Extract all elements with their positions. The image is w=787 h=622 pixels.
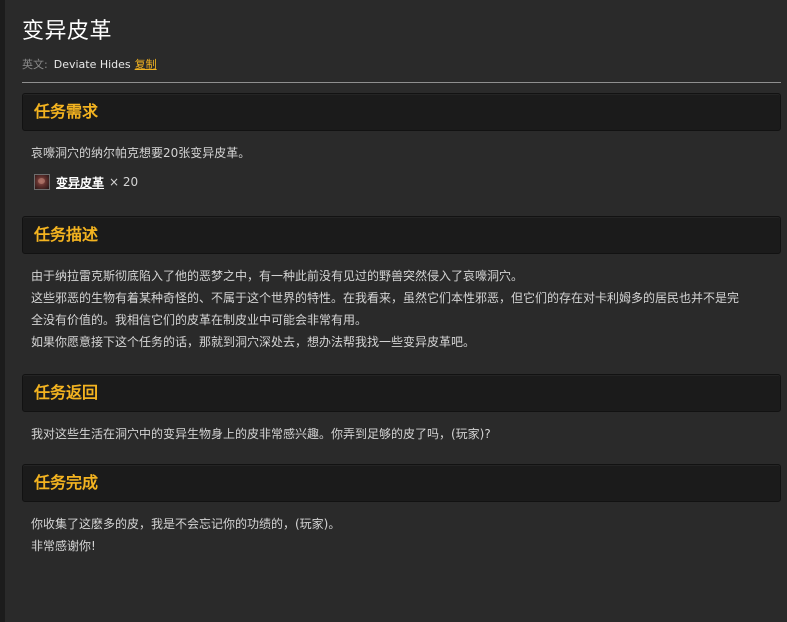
required-item-quantity: × 20 — [109, 175, 139, 189]
english-name: Deviate Hides — [53, 58, 131, 71]
completion-text: 你收集了这麽多的皮，我是不会忘记你的功绩的，(玩家)。 非常感谢你! — [31, 513, 776, 557]
copy-link[interactable]: 复制 — [135, 58, 157, 71]
description-line: 这些邪恶的生物有着某种奇怪的、不属于这个世界的特性。在我看来，虽然它们本性邪恶，… — [31, 291, 740, 305]
title-divider — [22, 82, 781, 83]
description-line: 由于纳拉雷克斯彻底陷入了他的恶梦之中，有一种此前没有见过的野兽突然侵入了哀嚎洞穴… — [31, 269, 524, 283]
english-prefix: 英文: — [22, 58, 48, 71]
return-heading: 任务返回 — [34, 383, 99, 402]
description-heading: 任务描述 — [34, 225, 99, 244]
requirements-text: 哀嚎洞穴的纳尔帕克想要20张变异皮革。 — [31, 146, 251, 160]
requirements-heading: 任务需求 — [34, 102, 99, 121]
left-border — [0, 0, 5, 622]
completion-header: 任务完成 — [22, 464, 781, 502]
english-name-line: 英文: Deviate Hides 复制 — [22, 58, 157, 72]
deviate-hide-icon[interactable] — [34, 174, 50, 190]
completion-line: 非常感谢你! — [31, 539, 96, 553]
description-line: 如果你愿意接下这个任务的话，那就到洞穴深处去，想办法帮我找一些变异皮革吧。 — [31, 335, 476, 349]
required-item-link[interactable]: 变异皮革 — [56, 174, 104, 191]
return-header: 任务返回 — [22, 374, 781, 412]
requirements-header: 任务需求 — [22, 93, 781, 131]
return-text: 我对这些生活在洞穴中的变异生物身上的皮非常感兴趣。你弄到足够的皮了吗，(玩家)? — [31, 427, 491, 441]
description-header: 任务描述 — [22, 216, 781, 254]
completion-line: 你收集了这麽多的皮，我是不会忘记你的功绩的，(玩家)。 — [31, 517, 341, 531]
completion-heading: 任务完成 — [34, 473, 99, 492]
required-item: 变异皮革 × 20 — [34, 172, 138, 192]
quest-page: 变异皮革 英文: Deviate Hides 复制 任务需求 哀嚎洞穴的纳尔帕克想要… — [0, 0, 787, 622]
description-line: 全没有价值的。我相信它们的皮革在制皮业中可能会非常有用。 — [31, 313, 368, 327]
page-title: 变异皮革 — [22, 19, 113, 44]
description-text: 由于纳拉雷克斯彻底陷入了他的恶梦之中，有一种此前没有见过的野兽突然侵入了哀嚎洞穴… — [31, 265, 776, 353]
